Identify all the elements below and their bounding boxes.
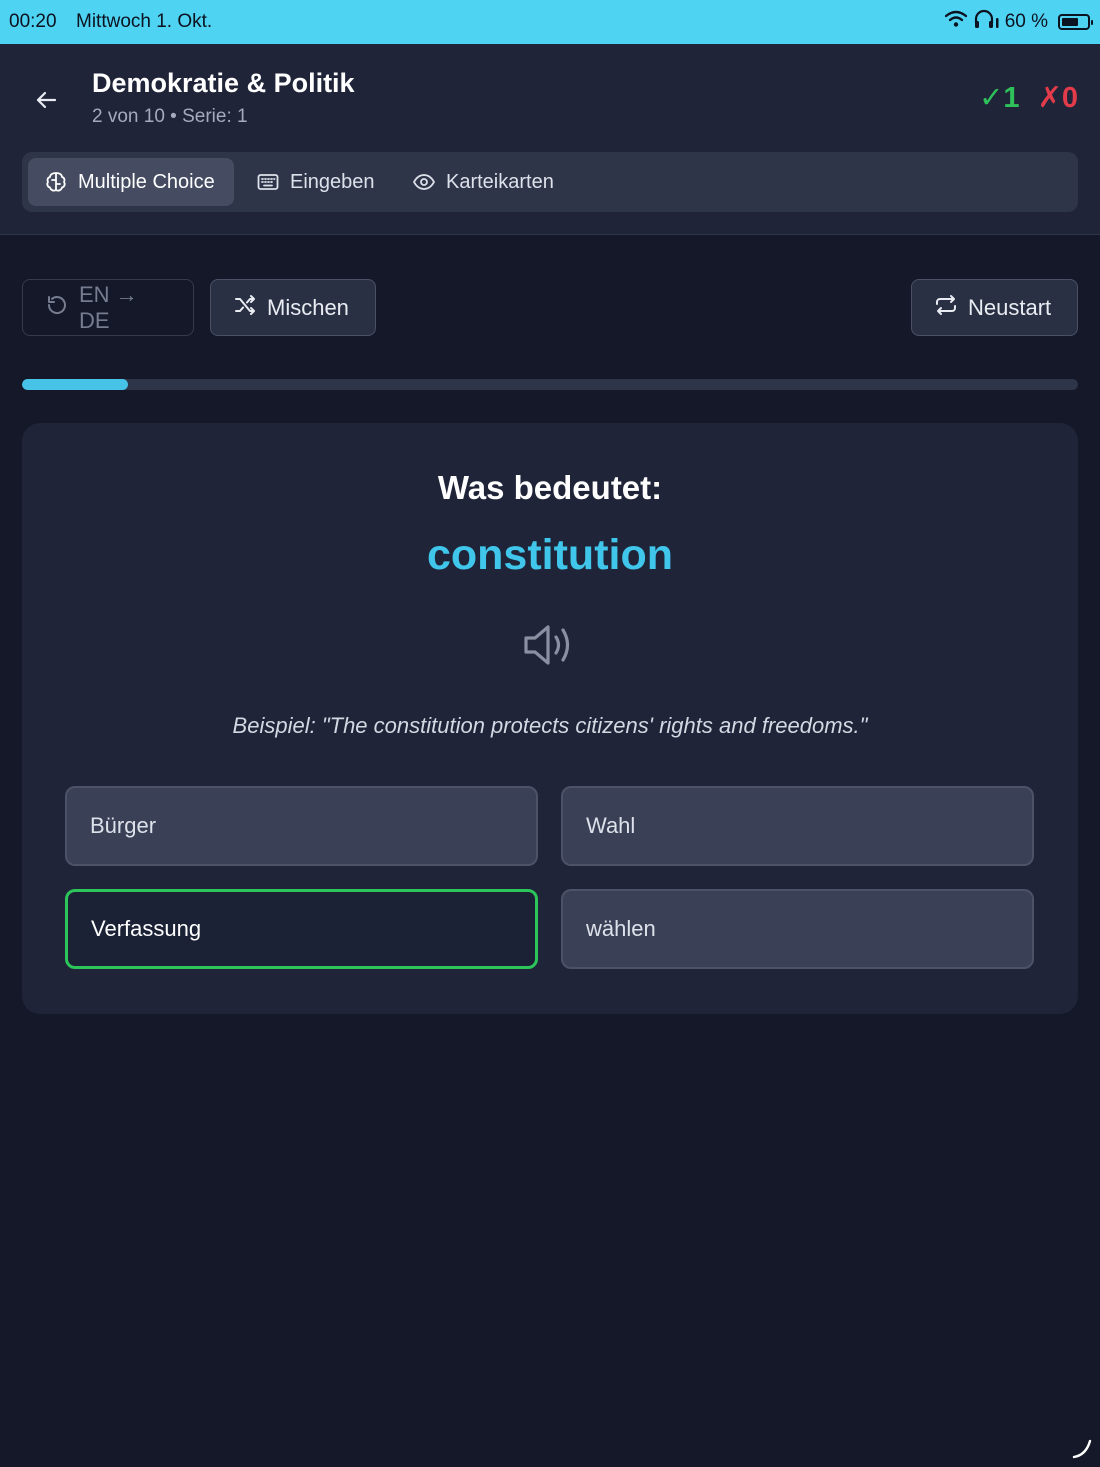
- tab-eingeben[interactable]: Eingeben: [240, 158, 391, 206]
- answer-option[interactable]: Bürger: [65, 786, 538, 866]
- battery-icon: [1058, 14, 1093, 30]
- rotate-icon: [45, 293, 69, 323]
- tab-label: Eingeben: [290, 170, 375, 193]
- tab-karteikarten[interactable]: Karteikarten: [396, 158, 570, 206]
- status-bar: 00:20 Mittwoch 1. Okt. 60 %: [0, 0, 1100, 44]
- headphones-icon: [973, 9, 999, 35]
- tab-label: Karteikarten: [446, 170, 554, 193]
- example-sentence: Beispiel: "The constitution protects cit…: [232, 713, 868, 738]
- answer-option[interactable]: Wahl: [561, 786, 1034, 866]
- progress-bar: [22, 379, 1078, 390]
- wrong-count: ✗0: [1037, 82, 1078, 114]
- battery-percent: 60 %: [1004, 11, 1048, 32]
- question-word: constitution: [426, 531, 673, 579]
- question-card: Was bedeutet: constitution Beispiel: "Th…: [22, 423, 1078, 1014]
- brain-icon: [44, 170, 68, 194]
- speaker-icon[interactable]: [522, 621, 578, 669]
- score-display: ✓1 ✗0: [979, 80, 1078, 115]
- shuffle-label: Mischen: [267, 294, 349, 320]
- back-button[interactable]: [30, 84, 62, 116]
- status-indicators: 60 %: [944, 9, 1093, 35]
- repeat-icon: [934, 293, 958, 323]
- answer-option-correct[interactable]: Verfassung: [65, 889, 538, 969]
- restart-label: Neustart: [968, 294, 1052, 320]
- question-label: Was bedeutet:: [437, 469, 663, 506]
- arrow-left-icon: [36, 91, 57, 109]
- direction-button[interactable]: EN → DE: [22, 279, 194, 336]
- keyboard-icon: [256, 170, 280, 194]
- direction-label: EN → DE: [79, 281, 138, 333]
- answer-label: wählen: [586, 916, 656, 941]
- progress-fill: [22, 379, 128, 390]
- tab-multiple-choice[interactable]: Multiple Choice: [28, 158, 234, 206]
- resize-handle-icon[interactable]: [1070, 1437, 1094, 1461]
- page-title: Demokratie & Politik: [92, 68, 355, 98]
- status-time: 00:20: [9, 11, 57, 32]
- correct-count: ✓1: [979, 82, 1020, 114]
- mode-tabs: Multiple Choice Eingeben Karteikarten: [22, 152, 1078, 212]
- answer-option[interactable]: wählen: [561, 889, 1034, 969]
- tab-label: Multiple Choice: [78, 170, 215, 193]
- wifi-icon: [944, 10, 967, 34]
- header: Demokratie & Politik 2 von 10 • Serie: 1…: [0, 44, 1100, 235]
- shuffle-button[interactable]: Mischen: [210, 279, 376, 336]
- status-date: Mittwoch 1. Okt.: [76, 11, 213, 32]
- shuffle-icon: [233, 293, 257, 323]
- answer-label: Bürger: [90, 813, 157, 838]
- restart-button[interactable]: Neustart: [911, 279, 1078, 336]
- answer-label: Verfassung: [91, 916, 202, 941]
- progress-subtitle: 2 von 10 • Serie: 1: [92, 106, 248, 127]
- answer-label: Wahl: [586, 813, 636, 838]
- eye-icon: [412, 170, 436, 194]
